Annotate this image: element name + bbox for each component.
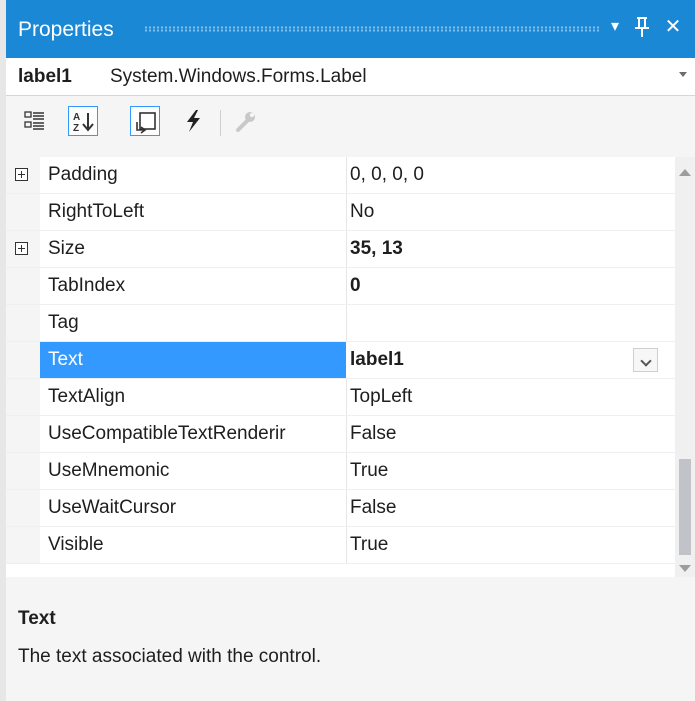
- close-icon[interactable]: ✕: [661, 14, 685, 40]
- property-name: Size: [48, 238, 85, 259]
- panel-title: Properties: [18, 18, 114, 41]
- expand-icon[interactable]: [15, 168, 28, 181]
- object-selector[interactable]: label1 System.Windows.Forms.Label: [6, 58, 695, 96]
- object-type: System.Windows.Forms.Label: [110, 66, 367, 87]
- property-name: Text: [48, 349, 83, 370]
- property-value[interactable]: 0: [350, 275, 361, 297]
- property-row-usemnemonic[interactable]: UseMnemonic True: [6, 453, 675, 490]
- property-row-size[interactable]: Size 35, 13: [6, 231, 675, 268]
- alphabetical-button[interactable]: A Z: [68, 106, 98, 136]
- properties-panel: Properties ▾ ✕ label1 System.Windows.For…: [0, 0, 695, 701]
- property-name: RightToLeft: [48, 201, 145, 222]
- property-value[interactable]: TopLeft: [350, 386, 412, 408]
- property-row-tag[interactable]: Tag: [6, 305, 675, 342]
- properties-icon: [136, 112, 156, 134]
- alphabetical-icon: A Z: [73, 112, 94, 134]
- vertical-scrollbar[interactable]: [675, 157, 695, 577]
- properties-button[interactable]: [130, 106, 160, 136]
- property-pages-button[interactable]: [232, 106, 262, 136]
- property-name: UseMnemonic: [48, 460, 170, 481]
- property-value[interactable]: False: [350, 423, 396, 445]
- toolbar-separator: [220, 110, 221, 136]
- property-grid: Padding 0, 0, 0, 0 RightToLeft No Size 3…: [6, 157, 675, 577]
- drag-grip[interactable]: [144, 26, 600, 32]
- toolbar: A Z: [6, 96, 695, 153]
- property-row-padding[interactable]: Padding 0, 0, 0, 0: [6, 157, 675, 194]
- window-menu-dropdown-icon[interactable]: ▾: [603, 14, 627, 40]
- value-editor-dropdown-button[interactable]: [633, 348, 658, 372]
- scroll-down-icon[interactable]: [679, 565, 691, 572]
- description-title: Text: [18, 608, 56, 629]
- description-text: The text associated with the control.: [18, 646, 322, 667]
- property-name: Visible: [48, 534, 104, 555]
- description-pane: Text The text associated with the contro…: [6, 590, 695, 701]
- property-name: TabIndex: [48, 275, 126, 296]
- property-value[interactable]: True: [350, 460, 388, 482]
- property-value[interactable]: No: [350, 201, 374, 223]
- property-row-tabindex[interactable]: TabIndex 0: [6, 268, 675, 305]
- property-value[interactable]: True: [350, 534, 388, 556]
- title-bar: Properties ▾ ✕: [6, 0, 695, 58]
- property-value[interactable]: 35, 13: [350, 238, 403, 260]
- chevron-down-icon[interactable]: [679, 72, 687, 77]
- object-name: label1: [18, 66, 72, 87]
- property-name: Padding: [48, 164, 118, 185]
- property-value[interactable]: False: [350, 497, 396, 519]
- expand-icon[interactable]: [15, 242, 28, 255]
- property-row-righttoleft[interactable]: RightToLeft No: [6, 194, 675, 231]
- events-button[interactable]: [178, 106, 208, 136]
- property-row-usewaitcursor[interactable]: UseWaitCursor False: [6, 490, 675, 527]
- property-name: UseWaitCursor: [48, 497, 177, 518]
- categorized-button[interactable]: [20, 106, 50, 136]
- property-row-visible[interactable]: Visible True: [6, 527, 675, 564]
- property-row-usecompatibletextrendering[interactable]: UseCompatibleTextRenderir False: [6, 416, 675, 453]
- scroll-up-icon[interactable]: [679, 169, 691, 176]
- svg-text:Z: Z: [73, 123, 79, 134]
- property-row-textalign[interactable]: TextAlign TopLeft: [6, 379, 675, 416]
- property-name: TextAlign: [48, 386, 126, 407]
- pin-icon[interactable]: [630, 14, 654, 40]
- property-name: Tag: [48, 312, 79, 333]
- categorized-icon: [24, 111, 44, 130]
- property-value[interactable]: label1: [350, 349, 404, 371]
- scroll-thumb[interactable]: [679, 459, 691, 555]
- property-name: UseCompatibleTextRenderir: [48, 423, 286, 444]
- events-icon: [187, 110, 200, 132]
- property-value[interactable]: 0, 0, 0, 0: [350, 164, 424, 186]
- svg-text:A: A: [73, 112, 80, 123]
- property-row-text[interactable]: Text label1: [6, 342, 675, 379]
- wrench-icon: [236, 112, 255, 132]
